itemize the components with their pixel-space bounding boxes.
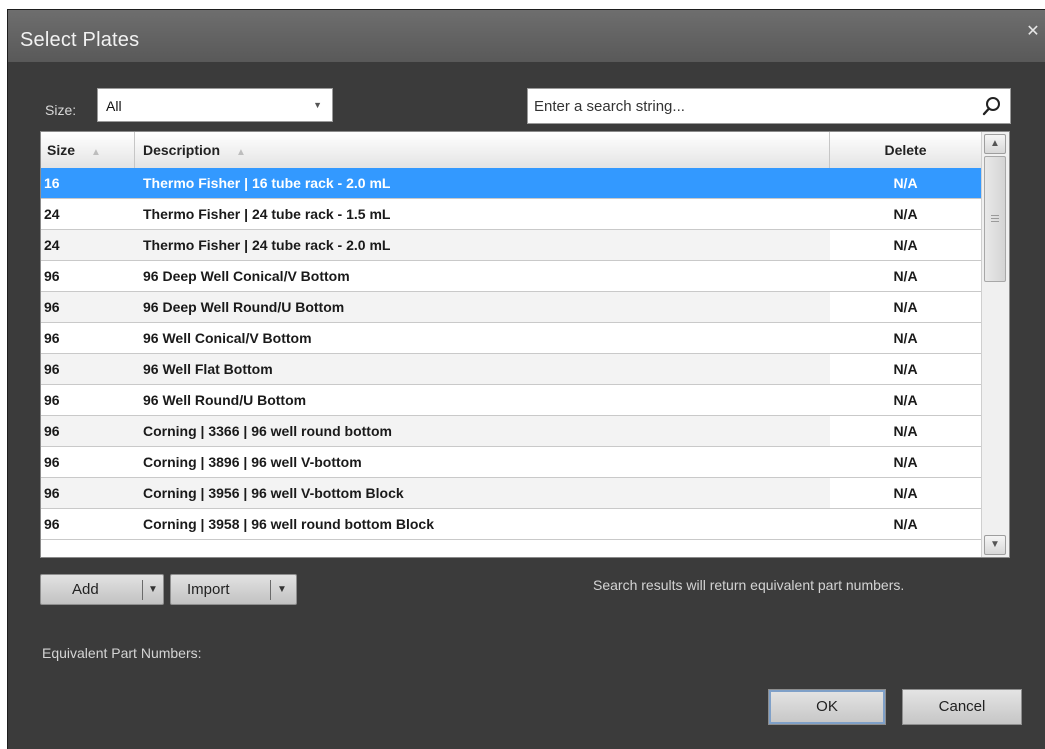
size-filter-value: All — [106, 98, 122, 114]
cell-description: Corning | 3896 | 96 well V-bottom — [143, 454, 362, 470]
column-header-delete[interactable]: Delete — [830, 132, 981, 168]
column-header-description[interactable]: Description ▲ — [135, 132, 830, 168]
cell-delete[interactable]: N/A — [830, 261, 981, 291]
cell-description: 96 Well Round/U Bottom — [143, 392, 307, 408]
cell-size: 96 — [44, 361, 60, 377]
cell-delete[interactable]: N/A — [830, 447, 981, 477]
column-header-size-label: Size — [47, 142, 76, 158]
cancel-button[interactable]: Cancel — [902, 689, 1022, 725]
cell-description: Thermo Fisher | 24 tube rack - 2.0 mL — [143, 237, 391, 253]
search-box[interactable] — [527, 88, 1011, 124]
cell-size: 96 — [44, 392, 60, 408]
table-row[interactable]: 24 Thermo Fisher | 24 tube rack - 1.5 mL N… — [41, 199, 981, 230]
column-header-description-label: Description — [143, 142, 221, 158]
column-header-size[interactable]: Size ▲ — [41, 132, 135, 168]
cell-size: 96 — [44, 330, 60, 346]
dialog-title: Select Plates — [20, 29, 140, 51]
table-row[interactable]: 16 Thermo Fisher | 16 tube rack - 2.0 mL N… — [41, 168, 981, 199]
cell-delete[interactable]: N/A — [830, 416, 981, 446]
chevron-down-icon[interactable]: ▼ — [277, 575, 287, 605]
table-row[interactable]: 96 96 Well Flat Bottom N/A — [41, 354, 981, 385]
cell-delete[interactable]: N/A — [830, 230, 981, 260]
cell-description: 96 Well Conical/V Bottom — [143, 330, 312, 346]
chevron-down-icon: ▼ — [313, 100, 322, 110]
cell-description: Thermo Fisher | 24 tube rack - 1.5 mL — [143, 206, 391, 222]
cell-delete[interactable]: N/A — [830, 199, 981, 229]
table-row[interactable]: 96 96 Deep Well Conical/V Bottom N/A — [41, 261, 981, 292]
table-row[interactable]: 96 Corning | 3958 | 96 well round bottom … — [41, 509, 981, 540]
sort-arrow-icon: ▲ — [236, 147, 246, 158]
cell-description: Corning | 3366 | 96 well round bottom — [143, 423, 392, 439]
cell-description: 96 Deep Well Round/U Bottom — [143, 299, 345, 315]
size-filter-label: Size: — [45, 102, 77, 118]
table-row[interactable]: 96 Corning | 3956 | 96 well V-bottom Bloc… — [41, 478, 981, 509]
search-hint-text: Search results will return equivalent pa… — [593, 577, 905, 593]
table-body: 16 Thermo Fisher | 16 tube rack - 2.0 mL N… — [41, 168, 981, 540]
scroll-down-icon[interactable]: ▼ — [984, 535, 1006, 555]
cell-size: 96 — [44, 516, 60, 532]
chevron-down-icon[interactable]: ▼ — [148, 575, 158, 605]
sort-arrow-icon: ▲ — [91, 147, 101, 158]
size-filter-dropdown[interactable]: All ▼ — [97, 88, 333, 122]
vertical-scrollbar[interactable]: ▲ ▼ — [981, 132, 1009, 557]
search-input[interactable] — [528, 89, 974, 123]
cell-size: 16 — [44, 175, 60, 191]
cell-description: Corning | 3958 | 96 well round bottom Bl… — [143, 516, 434, 532]
table-row[interactable]: 96 Corning | 3366 | 96 well round bottom N… — [41, 416, 981, 447]
split-separator — [142, 580, 143, 600]
add-split-button[interactable]: Add ▼ — [40, 574, 164, 605]
cell-size: 96 — [44, 299, 60, 315]
cell-delete[interactable]: N/A — [830, 292, 981, 322]
column-header-delete-label: Delete — [884, 142, 927, 158]
search-icon[interactable] — [982, 96, 1002, 116]
add-button-label: Add — [72, 581, 99, 598]
cell-size: 96 — [44, 423, 60, 439]
table-row[interactable]: 96 96 Well Conical/V Bottom N/A — [41, 323, 981, 354]
plates-table: Size ▲ Description ▲ Delete 16 Thermo Fishe… — [40, 131, 1010, 558]
table-row[interactable]: 96 96 Well Round/U Bottom N/A — [41, 385, 981, 416]
cell-size: 24 — [44, 237, 60, 253]
cell-delete[interactable]: N/A — [830, 323, 981, 353]
equivalent-part-numbers-label: Equivalent Part Numbers: — [42, 645, 202, 661]
table-header: Size ▲ Description ▲ Delete — [41, 132, 981, 169]
cell-delete[interactable]: N/A — [830, 509, 981, 539]
cell-description: Corning | 3956 | 96 well V-bottom Block — [143, 485, 404, 501]
cell-delete[interactable]: N/A — [830, 385, 981, 415]
grip-icon — [991, 215, 999, 223]
ok-button[interactable]: OK — [768, 689, 886, 725]
cell-delete[interactable]: N/A — [830, 168, 981, 198]
scroll-up-icon[interactable]: ▲ — [984, 134, 1006, 154]
cell-delete[interactable]: N/A — [830, 354, 981, 384]
scroll-thumb[interactable] — [984, 156, 1006, 282]
cell-size: 96 — [44, 485, 60, 501]
close-icon[interactable]: ✕ — [1025, 24, 1041, 40]
cell-delete[interactable]: N/A — [830, 478, 981, 508]
title-bar: Select Plates ✕ — [8, 10, 1045, 62]
import-split-button[interactable]: Import ▼ — [170, 574, 297, 605]
cell-description: 96 Deep Well Conical/V Bottom — [143, 268, 350, 284]
table-row[interactable]: 96 96 Deep Well Round/U Bottom N/A — [41, 292, 981, 323]
table-row[interactable]: 96 Corning | 3896 | 96 well V-bottom N/A — [41, 447, 981, 478]
import-button-label: Import — [187, 581, 230, 598]
table-row[interactable]: 24 Thermo Fisher | 24 tube rack - 2.0 mL N… — [41, 230, 981, 261]
split-separator — [270, 580, 271, 600]
cell-size: 24 — [44, 206, 60, 222]
cell-description: 96 Well Flat Bottom — [143, 361, 273, 377]
cell-description: Thermo Fisher | 16 tube rack - 2.0 mL — [143, 175, 391, 191]
cell-size: 96 — [44, 268, 60, 284]
cell-size: 96 — [44, 454, 60, 470]
